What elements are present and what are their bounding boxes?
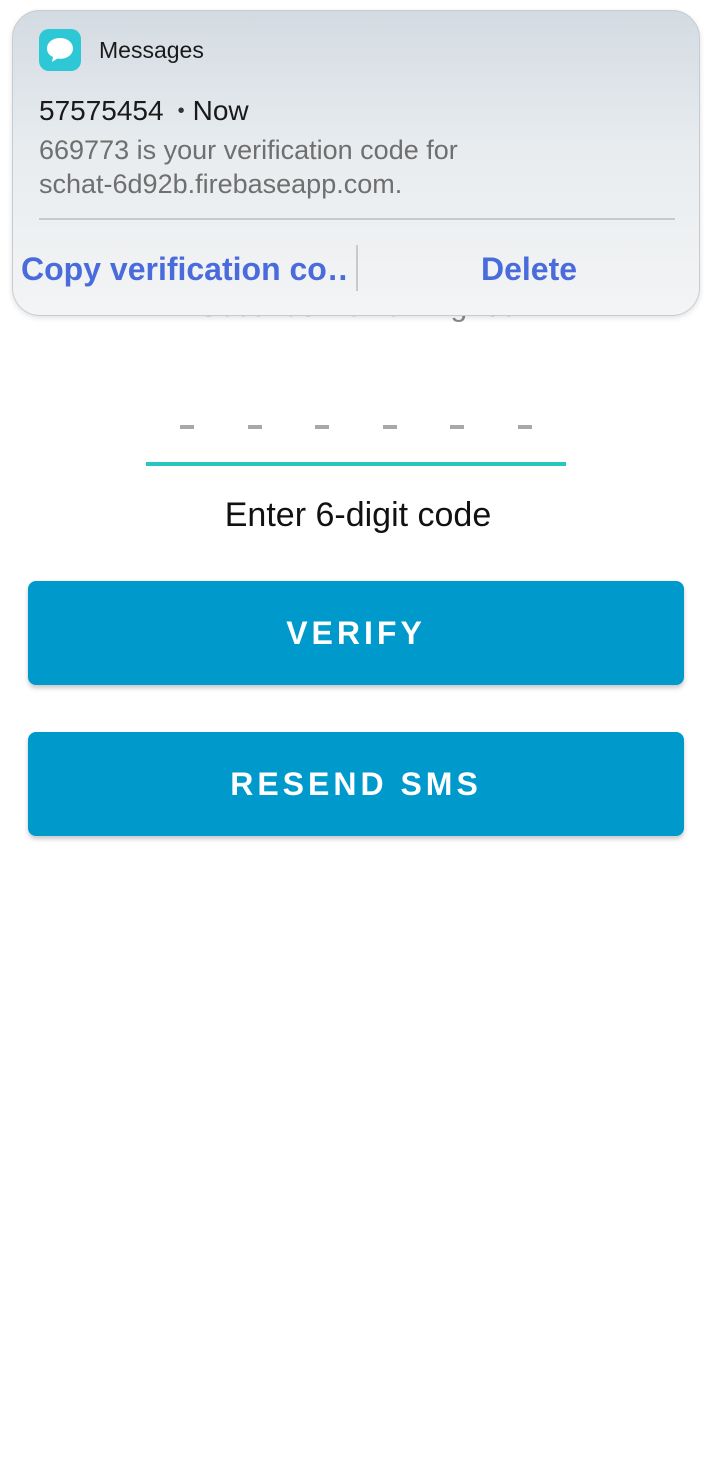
separator-dot: • — [177, 99, 185, 122]
code-digit-placeholder — [382, 425, 397, 429]
copy-code-button[interactable]: Copy verification co… — [21, 251, 349, 288]
code-digit-placeholder — [180, 425, 194, 429]
verify-button[interactable]: VERIFY — [28, 581, 684, 685]
sender-number: 57575454 — [39, 95, 164, 126]
resend-sms-button[interactable]: RESEND SMS — [28, 732, 684, 836]
message-line: schat-6d92b.firebaseapp.com. — [39, 169, 403, 199]
verification-code-input[interactable] — [146, 400, 566, 466]
notification-time: Now — [192, 95, 249, 126]
code-digit-placeholder — [247, 425, 262, 429]
sms-notification[interactable]: Messages 57575454 • Now 669773 is your v… — [12, 10, 700, 316]
sender-row: 57575454 • Now — [39, 95, 249, 127]
message-body: 669773 is your verification code for sch… — [39, 133, 679, 201]
delete-button[interactable]: Delete — [359, 251, 699, 288]
divider — [39, 218, 675, 220]
verification-screen: Seconds Remaining: 30 Enter 6-digit code… — [0, 0, 716, 1462]
code-hint-label: Enter 6-digit code — [224, 496, 492, 534]
app-name: Messages — [99, 37, 204, 63]
code-digit-placeholder — [517, 425, 532, 429]
message-line: 669773 is your verification code for — [39, 135, 458, 165]
code-digit-placeholder — [315, 425, 330, 429]
chat-bubble-icon — [39, 29, 81, 71]
action-separator — [356, 245, 358, 291]
code-digit-placeholder — [450, 425, 465, 429]
